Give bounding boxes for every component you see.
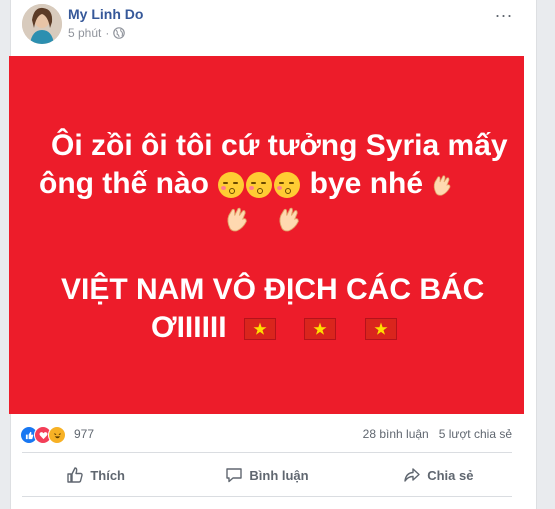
more-options-button[interactable]: ... — [490, 0, 518, 22]
like-button-label: Thích — [90, 467, 125, 483]
share-button-label: Chia sẻ — [427, 467, 474, 483]
kiss-emoji-icon — [218, 172, 245, 199]
divider — [22, 496, 512, 497]
reactions-row: 977 28 bình luận 5 lượt chia sẻ — [10, 420, 524, 448]
vietnam-flag-icon — [305, 319, 336, 340]
reaction-count[interactable]: 977 — [74, 427, 94, 441]
banner-line-3 — [224, 205, 302, 233]
avatar[interactable] — [22, 4, 62, 44]
kiss-emoji-icon — [246, 172, 273, 199]
banner-line-4: VIỆT NAM VÔ ĐỊCH CÁC BÁC — [61, 273, 485, 306]
post-meta: 5 phút · — [68, 26, 126, 40]
globe-icon — [113, 27, 126, 39]
haha-icon — [48, 426, 66, 444]
banner-line-2: ông thế nào bye nhé — [39, 166, 453, 202]
post-banner: Ôi zồi ôi tôi cứ tưởng Syria mấy ông thế… — [9, 56, 524, 414]
waving-hand-icon — [279, 207, 300, 232]
author-name[interactable]: My Linh Do — [68, 6, 143, 22]
share-count[interactable]: 5 lượt chia sẻ — [439, 427, 512, 441]
comment-button[interactable]: Bình luận — [181, 458, 352, 492]
waving-hand-icon — [227, 207, 247, 232]
banner-line-1: Ôi zồi ôi tôi cứ tưởng Syria mấy — [51, 129, 508, 162]
divider — [22, 452, 512, 453]
banner-line-2-bye: bye nhé — [309, 167, 424, 200]
vietnam-flag-icon — [365, 319, 396, 340]
vietnam-flag-icon — [244, 319, 275, 340]
post-time[interactable]: 5 phút — [68, 26, 101, 40]
thumbs-up-icon — [67, 467, 84, 483]
comment-icon — [226, 468, 243, 483]
share-button[interactable]: Chia sẻ — [353, 458, 524, 492]
waving-hand-icon — [434, 175, 451, 196]
kiss-emoji-icon — [274, 172, 301, 199]
banner-line-5-text: ƠIIIIII — [151, 311, 227, 344]
comment-button-label: Bình luận — [249, 467, 309, 483]
comment-count[interactable]: 28 bình luận — [363, 427, 429, 441]
share-icon — [404, 468, 420, 482]
engagement-summary: 28 bình luận 5 lượt chia sẻ — [363, 427, 512, 441]
action-bar: Thích Bình luận Chia sẻ — [10, 458, 524, 492]
banner-line-2-text: ông thế nào — [39, 167, 209, 200]
banner-line-5: ƠIIIIII — [151, 310, 396, 346]
like-button[interactable]: Thích — [10, 458, 181, 492]
reaction-icons[interactable] — [20, 426, 66, 444]
